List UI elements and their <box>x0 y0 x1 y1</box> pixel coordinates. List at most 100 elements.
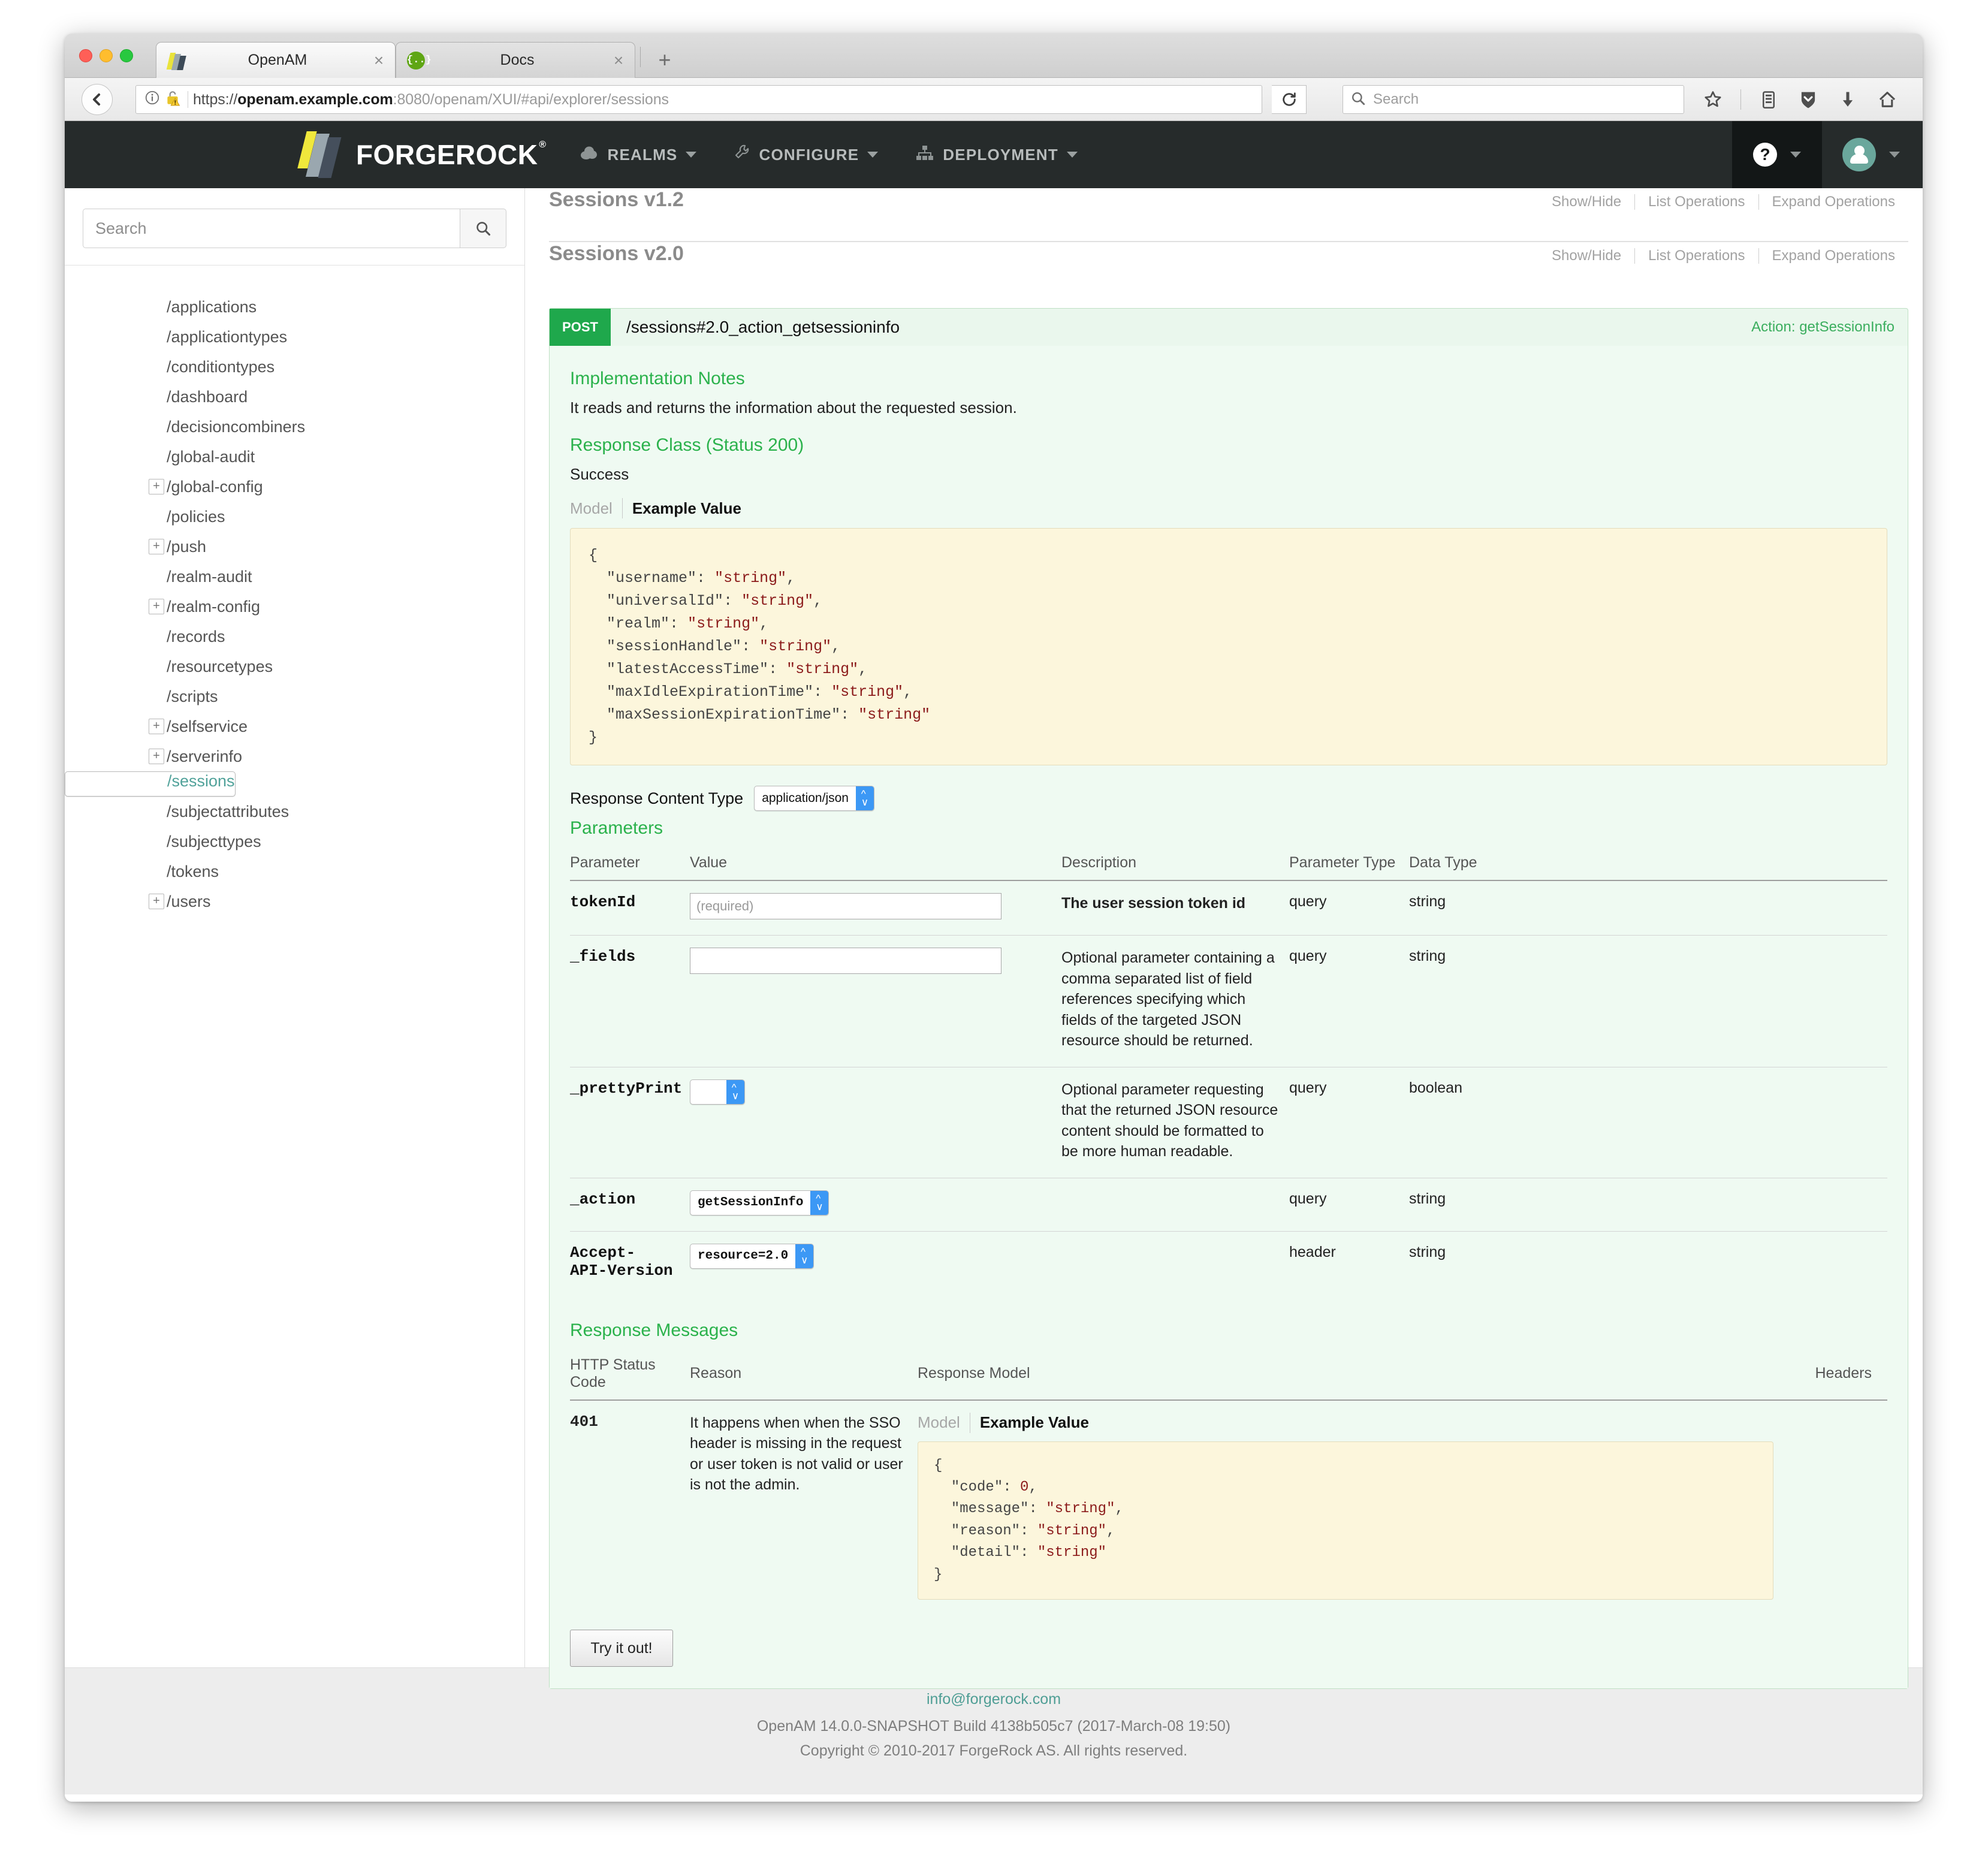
new-tab-button[interactable]: + <box>652 49 677 74</box>
th-parameter-type: Parameter Type <box>1289 848 1409 880</box>
close-icon[interactable]: × <box>369 52 389 69</box>
contact-email-link[interactable]: info@forgerock.com <box>65 1691 1923 1708</box>
sidebar-item-realm-config[interactable]: +/realm-config <box>65 592 524 622</box>
minimize-window-button[interactable] <box>99 49 113 62</box>
expand-icon[interactable]: + <box>149 479 164 494</box>
user-menu[interactable] <box>1822 138 1923 171</box>
api-group-header-v12: Sessions v1.2 Show/Hide List Operations … <box>525 188 1923 241</box>
sidebar-item-serverinfo[interactable]: +/serverinfo <box>65 741 524 771</box>
download-icon[interactable] <box>1836 86 1860 113</box>
sidebar-item-realm-audit[interactable]: /realm-audit <box>65 562 524 592</box>
sidebar-item-policies[interactable]: /policies <box>65 502 524 532</box>
sidebar-item-scripts[interactable]: /scripts <box>65 681 524 711</box>
api-group-title: Sessions v2.0 <box>549 242 1538 266</box>
forgerock-logo[interactable]: FORGEROCK® <box>300 130 538 179</box>
expand-operations-link[interactable]: Expand Operations <box>1759 248 1908 264</box>
operation-header[interactable]: POST /sessions#2.0_action_getsessioninfo… <box>550 309 1908 346</box>
select-value <box>690 1080 726 1104</box>
sidebar-item-conditiontypes[interactable]: /conditiontypes <box>65 352 524 382</box>
cell-parameter: _prettyPrint <box>570 1067 690 1178</box>
cell-parameter: Accept- API-Version <box>570 1231 690 1295</box>
parameter-input[interactable]: (required) <box>690 893 1001 919</box>
tab-example-value[interactable]: Example Value <box>970 1413 1089 1432</box>
parameter-select[interactable]: resource=2.0^∨ <box>690 1244 814 1269</box>
parameter-input[interactable] <box>690 948 1001 974</box>
sidebar-item-decisioncombiners[interactable]: /decisioncombiners <box>65 412 524 442</box>
close-window-button[interactable] <box>79 49 92 62</box>
list-operations-link[interactable]: List Operations <box>1635 248 1758 264</box>
expand-icon[interactable]: + <box>149 539 164 554</box>
chevron-updown-icon: ^∨ <box>856 786 874 810</box>
back-button[interactable] <box>82 84 113 115</box>
tab-example-value[interactable]: Example Value <box>623 499 741 518</box>
main-content: Sessions v1.2 Show/Hide List Operations … <box>525 188 1923 1667</box>
avatar <box>1842 138 1876 171</box>
maximize-window-button[interactable] <box>120 49 133 62</box>
sidebar-item-dashboard[interactable]: /dashboard <box>65 382 524 412</box>
sidebar-item-selfservice[interactable]: +/selfservice <box>65 711 524 741</box>
nav-item-realms[interactable]: REALMS <box>579 145 697 165</box>
bookmark-star-icon[interactable] <box>1701 86 1725 113</box>
table-row: _actiongetSessionInfo^∨querystring <box>570 1178 1887 1231</box>
help-menu[interactable]: ? <box>1732 121 1822 188</box>
browser-tab-openam[interactable]: OpenAM × <box>156 42 396 78</box>
sidebar-item-applications[interactable]: /applications <box>65 292 524 322</box>
nav-item-configure[interactable]: CONFIGURE <box>734 144 878 166</box>
sidebar-item-subjecttypes[interactable]: /subjecttypes <box>65 827 524 856</box>
sidebar-item-label: /sessions <box>167 772 235 796</box>
tab-model[interactable]: Model <box>918 1413 970 1432</box>
tab-model[interactable]: Model <box>570 499 622 518</box>
sidebar-item-global-audit[interactable]: /global-audit <box>65 442 524 472</box>
parameter-select[interactable]: getSessionInfo^∨ <box>690 1190 829 1215</box>
cell-description: Optional parameter containing a comma se… <box>1061 936 1289 1067</box>
search-bar[interactable]: Search <box>1343 85 1684 114</box>
search-button[interactable] <box>460 209 506 248</box>
expand-icon[interactable]: + <box>149 749 164 764</box>
browser-tab-docs[interactable]: {..} Docs × <box>396 42 635 78</box>
cell-value <box>690 936 1061 1067</box>
close-icon[interactable]: × <box>608 52 629 69</box>
sidebar-item-global-config[interactable]: +/global-config <box>65 472 524 502</box>
page-info-icon[interactable] <box>142 90 162 109</box>
list-operations-link[interactable]: List Operations <box>1635 194 1758 210</box>
nav-item-deployment[interactable]: DEPLOYMENT <box>915 144 1078 165</box>
brand-name: FORGEROCK® <box>356 138 538 171</box>
home-icon[interactable] <box>1875 86 1899 113</box>
sidebar-item-users[interactable]: +/users <box>65 886 524 916</box>
show-hide-link[interactable]: Show/Hide <box>1538 248 1634 264</box>
response-content-type-select[interactable]: application/json ^∨ <box>754 786 874 811</box>
reload-button[interactable] <box>1272 85 1307 114</box>
model-example-tabs: Model Example Value <box>570 498 1887 518</box>
expand-icon[interactable]: + <box>149 894 164 909</box>
sidebar-item-label: /serverinfo <box>167 747 242 766</box>
url-bar[interactable]: https://openam.example.com:8080/openam/X… <box>135 85 1262 114</box>
expand-operations-link[interactable]: Expand Operations <box>1759 194 1908 210</box>
try-it-out-button[interactable]: Try it out! <box>570 1630 673 1667</box>
show-hide-link[interactable]: Show/Hide <box>1538 194 1634 210</box>
cell-description: Optional parameter requesting that the r… <box>1061 1067 1289 1178</box>
chevron-updown-icon: ^∨ <box>726 1080 744 1104</box>
cell-data-type: string <box>1409 936 1887 1067</box>
sidebar-item-label: /push <box>167 538 206 556</box>
parameter-select[interactable]: ^∨ <box>690 1079 745 1105</box>
model-example-tabs: ModelExample Value <box>918 1413 1773 1433</box>
sidebar-item-applicationtypes[interactable]: /applicationtypes <box>65 322 524 352</box>
sidebar-item-resourcetypes[interactable]: /resourcetypes <box>65 651 524 681</box>
sidebar-item-subjectattributes[interactable]: /subjectattributes <box>65 797 524 827</box>
sidebar-item-label: /subjecttypes <box>167 833 261 851</box>
browser-toolbar-icons <box>1701 86 1899 113</box>
search-input[interactable]: Search <box>83 209 460 248</box>
cell-reason: It happens when when the SSO header is m… <box>690 1400 918 1612</box>
cell-data-type: string <box>1409 1231 1887 1295</box>
pocket-shield-icon[interactable] <box>1796 86 1820 113</box>
sidebar-item-records[interactable]: /records <box>65 622 524 651</box>
operation-body: Implementation Notes It reads and return… <box>550 346 1908 1688</box>
sidebar-item-push[interactable]: +/push <box>65 532 524 562</box>
expand-icon[interactable]: + <box>149 719 164 734</box>
table-row: _prettyPrint ^∨ Optional parameter request… <box>570 1067 1887 1178</box>
library-icon[interactable] <box>1757 86 1781 113</box>
sidebar-item-sessions[interactable]: /sessions <box>65 771 236 797</box>
expand-icon[interactable]: + <box>149 599 164 614</box>
sidebar-item-tokens[interactable]: /tokens <box>65 856 524 886</box>
insecure-lock-icon[interactable] <box>162 89 183 110</box>
